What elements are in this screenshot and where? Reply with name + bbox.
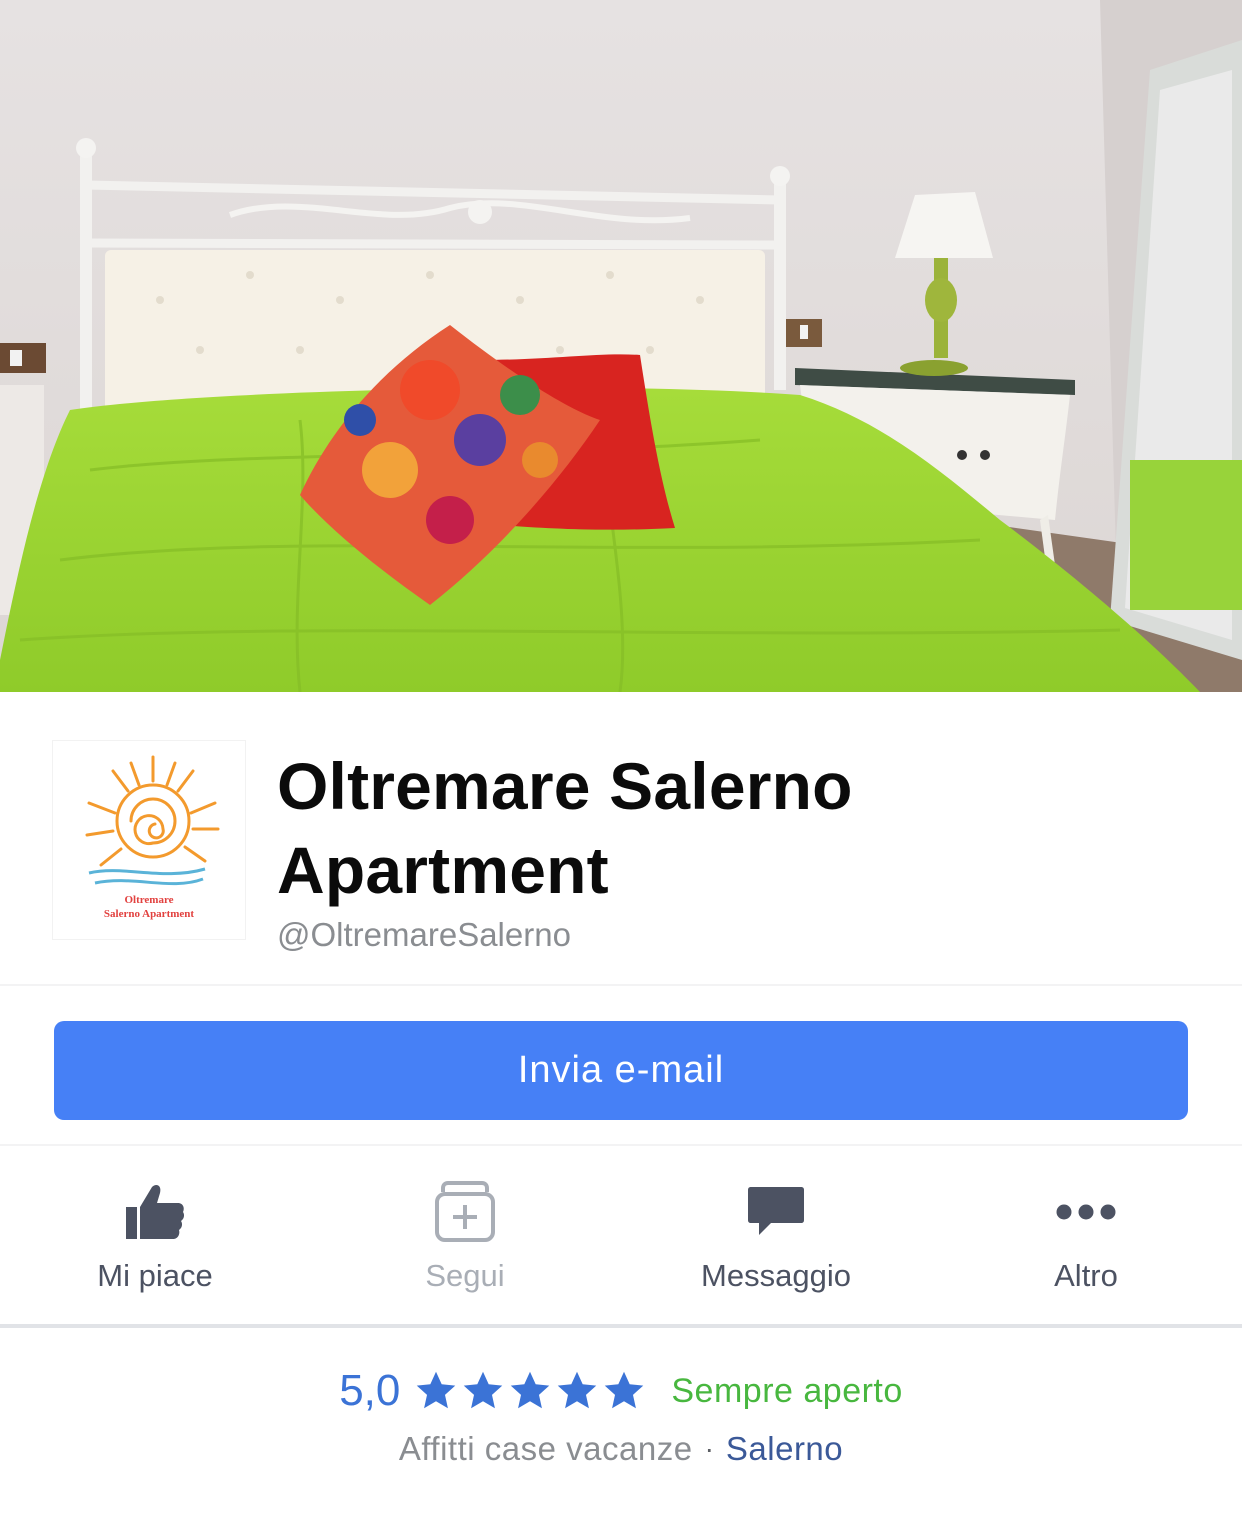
action-bar: Mi piace Segui Messaggio Altro xyxy=(0,1146,1242,1324)
star-icon xyxy=(558,1371,597,1409)
cover-photo[interactable] xyxy=(0,0,1242,692)
send-email-button[interactable]: Invia e-mail xyxy=(54,1021,1188,1120)
follow-label: Segui xyxy=(425,1258,505,1293)
page-avatar[interactable]: Oltremare Salerno Apartment xyxy=(52,740,246,940)
page-info: 5,0 Sempre aperto Affitti case vacanze ·… xyxy=(0,1328,1242,1513)
logo-text-line2: Salerno Apartment xyxy=(104,908,194,920)
more-label: Altro xyxy=(1054,1258,1118,1293)
more-dots-icon xyxy=(1056,1204,1116,1220)
logo-text-line1: Oltremare xyxy=(124,894,173,906)
star-icon xyxy=(605,1371,644,1409)
star-icon xyxy=(417,1371,456,1409)
like-label: Mi piace xyxy=(97,1258,213,1293)
page-header: Oltremare Salerno Apartment Oltremare Sa… xyxy=(0,692,1242,984)
separator-dot: · xyxy=(704,1433,714,1464)
page-category[interactable]: Affitti case vacanze xyxy=(399,1430,693,1468)
hours-status: Sempre aperto xyxy=(671,1371,903,1410)
star-icon xyxy=(464,1371,503,1409)
message-bubble-icon xyxy=(748,1187,804,1235)
follow-add-icon xyxy=(435,1181,495,1242)
rating-stars[interactable] xyxy=(414,1369,649,1413)
category-row: Affitti case vacanze · Salerno xyxy=(0,1430,1242,1468)
page-title: Oltremare Salerno Apartment xyxy=(277,749,853,907)
thumbs-up-icon xyxy=(126,1185,185,1239)
page-handle: @OltremareSalerno xyxy=(277,916,571,953)
message-label: Messaggio xyxy=(701,1258,851,1293)
city-link[interactable]: Salerno xyxy=(726,1430,843,1468)
divider xyxy=(0,984,1242,986)
bedroom-photo xyxy=(0,0,1242,692)
like-button[interactable]: Mi piace xyxy=(0,1146,310,1324)
message-button[interactable]: Messaggio xyxy=(621,1146,931,1324)
rating-value[interactable]: 5,0 xyxy=(339,1366,400,1416)
rating-row: 5,0 Sempre aperto xyxy=(0,1366,1242,1416)
follow-button[interactable]: Segui xyxy=(310,1146,620,1324)
sun-logo: Oltremare Salerno Apartment xyxy=(85,755,220,920)
more-button[interactable]: Altro xyxy=(931,1146,1241,1324)
star-icon xyxy=(511,1371,550,1409)
